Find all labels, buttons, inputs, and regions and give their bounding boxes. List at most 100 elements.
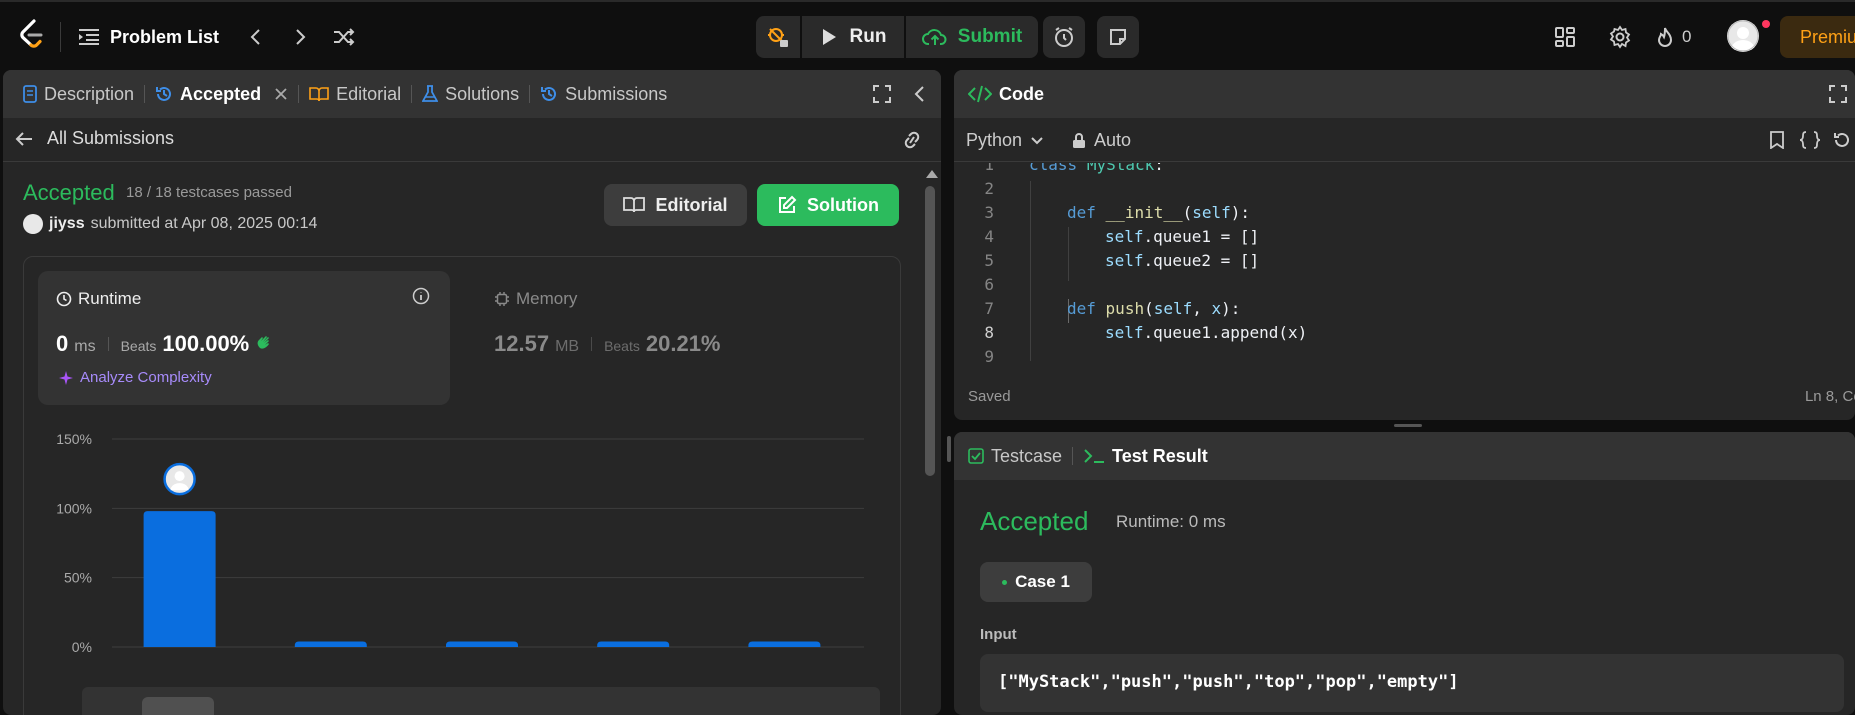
back-to-submissions[interactable]: All Submissions xyxy=(15,128,174,149)
info-icon[interactable] xyxy=(412,287,430,305)
runtime-beats-label: Beats xyxy=(120,338,157,354)
submit-label: Submit xyxy=(957,26,1023,47)
settings-button[interactable] xyxy=(1605,22,1635,52)
tab-submissions-label: Submissions xyxy=(565,83,668,104)
chart-scroll-thumb[interactable] xyxy=(142,697,214,715)
test-result-panel: Testcase Test Result Accepted Runtime: 0… xyxy=(954,432,1855,715)
tab-testcase[interactable]: Testcase xyxy=(968,432,1072,480)
input-value-box[interactable]: ["MyStack","push","push","top","pop","em… xyxy=(980,654,1844,712)
line-number: 2 xyxy=(984,179,994,198)
runtime-unit: ms xyxy=(74,338,96,355)
scrollbar[interactable] xyxy=(924,170,938,715)
submission-status: Accepted xyxy=(23,180,115,205)
problem-list-label: Problem List xyxy=(110,26,220,47)
result-tab-bar: Testcase Test Result xyxy=(954,432,1855,480)
panel-resize-handle[interactable] xyxy=(947,436,951,462)
editorial-button[interactable]: Editorial xyxy=(604,184,747,226)
divider xyxy=(591,337,593,351)
submitted-time: submitted at Apr 08, 2025 00:14 xyxy=(90,215,318,232)
arrow-left-icon xyxy=(15,131,33,147)
streak-counter[interactable]: 0 xyxy=(1656,22,1691,52)
stats-card: Runtime 0 ms Beats 100.00% Analyze Compl… xyxy=(23,256,901,715)
timer-button[interactable] xyxy=(1043,16,1085,58)
format-braces-icon[interactable] xyxy=(1799,131,1821,149)
language-select[interactable]: Python xyxy=(966,130,1044,151)
prev-problem-button[interactable] xyxy=(240,22,270,52)
case-1-label: Case 1 xyxy=(1015,572,1070,591)
chart-bar[interactable] xyxy=(446,641,518,647)
lock-icon xyxy=(1072,132,1086,149)
language-value: Python xyxy=(966,130,1023,150)
scroll-up-arrow[interactable] xyxy=(926,170,938,178)
reset-icon[interactable] xyxy=(1833,131,1851,149)
tab-editorial[interactable]: Editorial xyxy=(299,70,411,118)
tab-solutions-label: Solutions xyxy=(445,83,520,104)
testcases-passed: 18 / 18 testcases passed xyxy=(126,184,292,201)
close-icon[interactable] xyxy=(274,87,288,101)
next-problem-button[interactable] xyxy=(286,22,316,52)
bookmark-icon[interactable] xyxy=(1769,131,1785,149)
code-title: Code xyxy=(999,83,1044,104)
editorial-button-label: Editorial xyxy=(655,194,728,215)
expand-icon[interactable] xyxy=(873,85,891,103)
user-avatar[interactable] xyxy=(1727,20,1759,52)
document-icon xyxy=(23,85,37,103)
y-tick-label: 100% xyxy=(56,500,92,516)
expand-icon[interactable] xyxy=(1829,85,1847,103)
cursor-position: Ln 8, Col xyxy=(1804,388,1855,405)
chart-bar[interactable] xyxy=(294,641,367,647)
runtime-card[interactable]: Runtime 0 ms Beats 100.00% Analyze Compl… xyxy=(38,271,450,405)
history-icon xyxy=(540,85,558,103)
line-number: 1 xyxy=(984,163,994,174)
chart-bar[interactable] xyxy=(597,641,670,647)
link-icon[interactable] xyxy=(901,131,923,149)
leetcode-logo[interactable] xyxy=(16,16,46,52)
runtime-value: 0 xyxy=(56,331,69,356)
shuffle-icon[interactable] xyxy=(328,22,360,52)
clapping-hands-icon xyxy=(255,331,275,351)
layout-button[interactable] xyxy=(1550,22,1580,52)
submit-button[interactable]: Submit xyxy=(906,16,1038,58)
horizontal-resize-handle[interactable] xyxy=(1394,424,1422,427)
chevron-down-icon xyxy=(1030,136,1044,146)
notes-button[interactable] xyxy=(1097,16,1139,58)
problem-list-button[interactable]: Problem List xyxy=(78,20,219,54)
tab-accepted[interactable]: Accepted xyxy=(145,70,298,118)
runtime-value-row: 0 ms Beats 100.00% xyxy=(56,331,275,357)
y-tick-label: 0% xyxy=(72,639,92,655)
case-1-tab[interactable]: Case 1 xyxy=(980,562,1092,602)
chart-bar[interactable] xyxy=(143,511,216,647)
tab-solutions[interactable]: Solutions xyxy=(412,70,529,118)
code-editor[interactable]: 1 class MyStack: 2 3 def __init__(self): 4… xyxy=(954,163,1855,371)
tab-test-result[interactable]: Test Result xyxy=(1073,432,1218,480)
chart-bar[interactable] xyxy=(748,641,821,647)
collapse-chevron-icon[interactable] xyxy=(913,85,925,103)
line-number: 8 xyxy=(984,323,994,342)
tab-description[interactable]: Description xyxy=(13,70,144,118)
run-label: Run xyxy=(849,26,887,47)
line-number: 4 xyxy=(984,227,994,246)
tab-submissions[interactable]: Submissions xyxy=(530,70,677,118)
avatar[interactable] xyxy=(23,214,43,234)
username[interactable]: jiyss xyxy=(49,215,85,233)
indent-guide xyxy=(1068,227,1069,281)
analyze-complexity-link[interactable]: Analyze Complexity xyxy=(58,369,212,386)
solution-button[interactable]: Solution xyxy=(757,184,899,226)
alarm-clock-icon xyxy=(1053,26,1075,48)
divider xyxy=(60,22,61,52)
scroll-thumb[interactable] xyxy=(925,186,935,476)
memory-header: Memory xyxy=(494,289,577,309)
avatar-head xyxy=(174,471,185,482)
tab-code[interactable]: Code xyxy=(968,70,1054,118)
auto-mode-toggle[interactable]: Auto xyxy=(1072,130,1131,151)
debug-button[interactable] xyxy=(756,16,800,58)
top-navigation-bar: Problem List Run Submit 0 Premiu xyxy=(0,0,1855,69)
run-button[interactable]: Run xyxy=(802,16,904,58)
streak-count: 0 xyxy=(1682,27,1692,46)
memory-beats-label: Beats xyxy=(604,338,640,354)
memory-card[interactable]: Memory 12.57 MB Beats 20.21% xyxy=(464,271,876,405)
input-value: ["MyStack","push","push","top","pop","em… xyxy=(998,672,1459,692)
divider xyxy=(107,337,109,351)
line-number: 9 xyxy=(984,347,994,366)
premium-button[interactable]: Premiu xyxy=(1780,16,1855,58)
